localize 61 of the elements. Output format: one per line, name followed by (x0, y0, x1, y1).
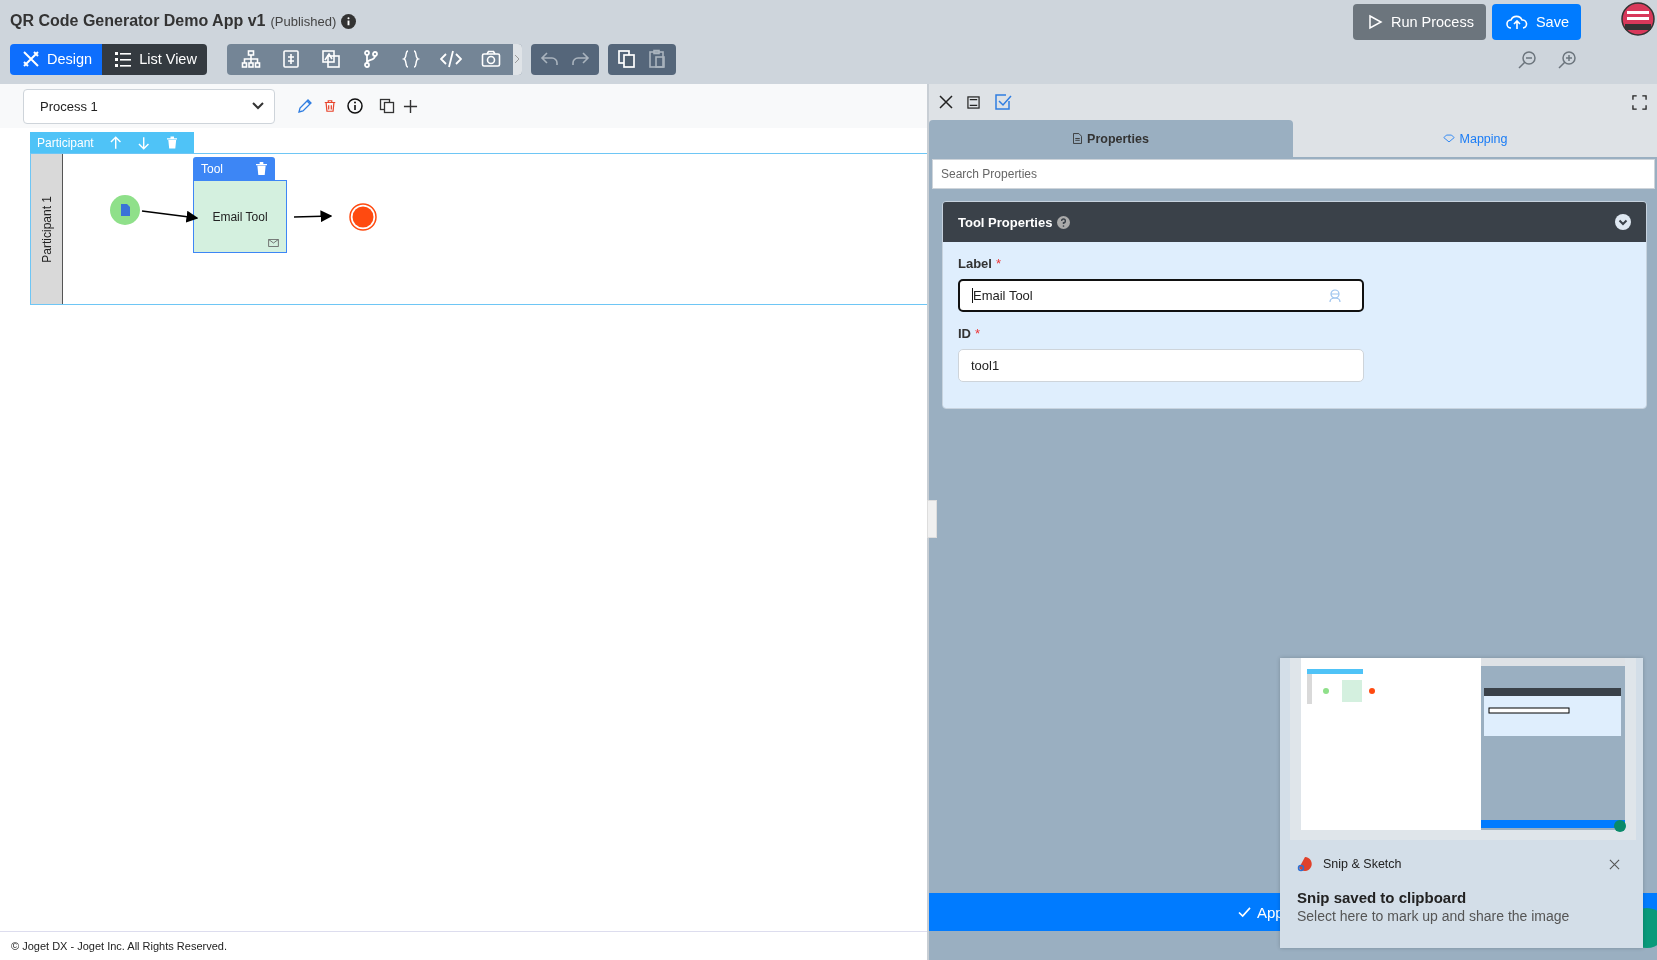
cloud-upload-icon (1505, 14, 1528, 30)
trash-icon[interactable] (323, 98, 337, 114)
check-icon (1238, 906, 1251, 918)
play-icon (1366, 14, 1383, 30)
tool-node[interactable]: Email Tool (193, 180, 287, 253)
label-field[interactable]: Email Tool (958, 279, 1364, 312)
field-label: Label (958, 256, 992, 271)
arrow-up-icon[interactable] (109, 135, 122, 150)
trash-icon[interactable] (256, 162, 267, 175)
snip-app-icon (1297, 856, 1313, 872)
pencil-icon[interactable] (297, 98, 313, 114)
person-icon (1328, 288, 1342, 303)
help-icon[interactable] (1057, 215, 1071, 229)
lane-name: Participant 1 (39, 195, 54, 263)
start-event[interactable] (109, 194, 141, 226)
run-process-button[interactable]: Run Process (1352, 4, 1486, 40)
required-mark: * (995, 256, 1002, 271)
avatar-icon[interactable] (1621, 2, 1655, 36)
toast-title: Snip saved to clipboard (1297, 889, 1468, 906)
end-event[interactable] (349, 203, 377, 231)
search-field[interactable]: Search Properties (932, 159, 1655, 189)
chevron-down-icon[interactable] (1615, 214, 1631, 230)
plus-icon[interactable] (403, 98, 418, 114)
footer-copyright: © Joget DX - Joget Inc. All Rights Reserved. (0, 931, 927, 960)
participant-label: Participant (37, 135, 94, 150)
tool-header[interactable]: Tool (193, 157, 275, 180)
list-view-tab[interactable]: List View (102, 43, 207, 75)
field-label: ID (958, 326, 971, 341)
required-mark: * (975, 326, 981, 341)
info-icon[interactable] (347, 98, 363, 114)
arrow-down-icon[interactable] (138, 135, 150, 150)
envelope-icon (268, 239, 279, 247)
checkbox-icon[interactable] (994, 93, 1012, 111)
copy-icon[interactable] (379, 98, 395, 114)
app-title: QR Code Generator Demo App v1 (10, 12, 266, 30)
process-select[interactable]: Process 1 (23, 88, 275, 124)
zoom-out-icon[interactable] (1517, 50, 1537, 70)
caret-icon (252, 102, 264, 110)
properties-tab[interactable]: Properties (929, 120, 1293, 157)
trash-icon[interactable] (166, 136, 177, 149)
zoom-in-icon[interactable] (1557, 50, 1577, 70)
list-icon (114, 50, 133, 68)
section-title: Tool Properties (958, 214, 1053, 230)
save-button[interactable]: Save (1491, 4, 1581, 40)
resize-handle[interactable] (927, 500, 937, 538)
publish-status: (Published) (270, 13, 337, 29)
window-icon[interactable] (967, 95, 980, 109)
chevron-icon[interactable] (512, 43, 522, 75)
toast-message: Select here to mark up and share the image (1297, 908, 1571, 924)
toast-app-name: Snip & Sketch (1323, 857, 1402, 871)
design-tab[interactable]: Design (10, 43, 103, 75)
id-field[interactable]: tool1 (958, 349, 1364, 382)
section-header[interactable]: Tool Properties (943, 202, 1646, 242)
tool-type-label: Tool (201, 161, 223, 176)
notification-toast[interactable]: Snip & Sketch Snip saved to clipboard Select here to mark up and share the image (1280, 658, 1643, 948)
close-icon[interactable] (939, 95, 953, 109)
document-icon (1073, 133, 1083, 144)
fullscreen-icon[interactable] (1632, 94, 1647, 110)
info-icon[interactable] (341, 13, 357, 29)
connector-arrow[interactable] (141, 210, 199, 223)
connector-arrow[interactable] (293, 210, 333, 223)
